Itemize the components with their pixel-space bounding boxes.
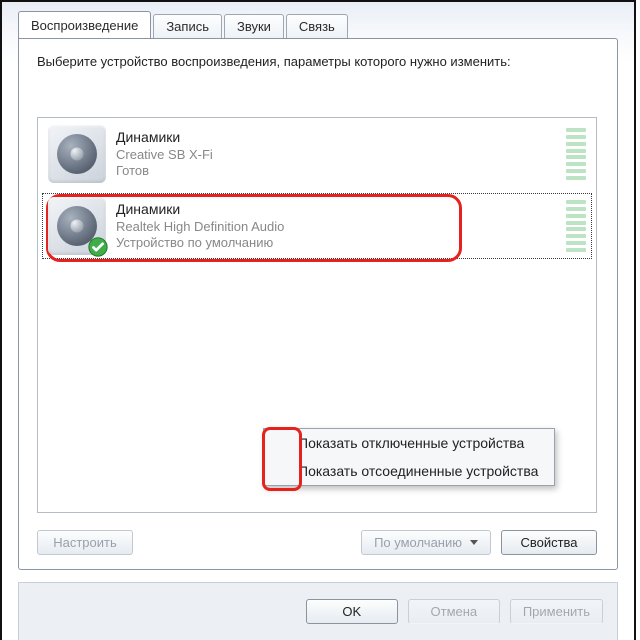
properties-button[interactable]: Свойства — [501, 530, 597, 555]
device-name: Динамики — [116, 129, 560, 147]
device-item-selected[interactable]: Динамики Realtek High Definition Audio У… — [38, 190, 596, 262]
cancel-button[interactable]: Отмена — [408, 599, 500, 624]
instruction-text: Выберите устройство воспроизведения, пар… — [19, 39, 617, 81]
apply-button[interactable]: Применить — [510, 599, 603, 624]
level-meter — [566, 128, 586, 180]
device-list[interactable]: Динамики Creative SB X-Fi Готов Динамики… — [37, 117, 597, 513]
device-driver: Realtek High Definition Audio — [116, 219, 560, 235]
speaker-icon — [48, 197, 106, 255]
tab-communications[interactable]: Связь — [286, 14, 348, 39]
device-item[interactable]: Динамики Creative SB X-Fi Готов — [38, 118, 596, 190]
tab-sounds[interactable]: Звуки — [224, 14, 284, 39]
configure-button: Настроить — [37, 530, 133, 555]
device-name: Динамики — [116, 201, 560, 219]
default-check-icon — [87, 236, 109, 258]
sound-dialog: Воспроизведение Запись Звуки Связь Выбер… — [0, 0, 636, 640]
speaker-icon — [48, 125, 106, 183]
level-meter — [566, 200, 586, 252]
tab-strip: Воспроизведение Запись Звуки Связь — [10, 10, 626, 38]
device-driver: Creative SB X-Fi — [116, 147, 560, 163]
device-status: Готов — [116, 163, 560, 179]
device-labels: Динамики Creative SB X-Fi Готов — [116, 129, 560, 179]
set-default-button: По умолчанию — [361, 530, 491, 555]
ok-button[interactable]: OK — [306, 599, 398, 624]
menu-show-disabled[interactable]: Показать отключенные устройства — [264, 429, 554, 457]
tab-playback-panel: Выберите устройство воспроизведения, пар… — [18, 38, 618, 570]
dialog-inner: Воспроизведение Запись Звуки Связь Выбер… — [10, 10, 626, 640]
device-action-bar: Настроить По умолчанию Свойства — [37, 530, 597, 555]
device-status: Устройство по умолчанию — [116, 235, 560, 251]
tab-playback[interactable]: Воспроизведение — [18, 11, 151, 38]
tab-recording[interactable]: Запись — [153, 14, 222, 39]
context-menu: Показать отключенные устройства Показать… — [263, 428, 555, 486]
menu-show-disconnected[interactable]: Показать отсоединенные устройства — [264, 457, 554, 485]
dialog-button-bar: OK Отмена Применить — [18, 582, 618, 640]
device-labels: Динамики Realtek High Definition Audio У… — [116, 201, 560, 251]
